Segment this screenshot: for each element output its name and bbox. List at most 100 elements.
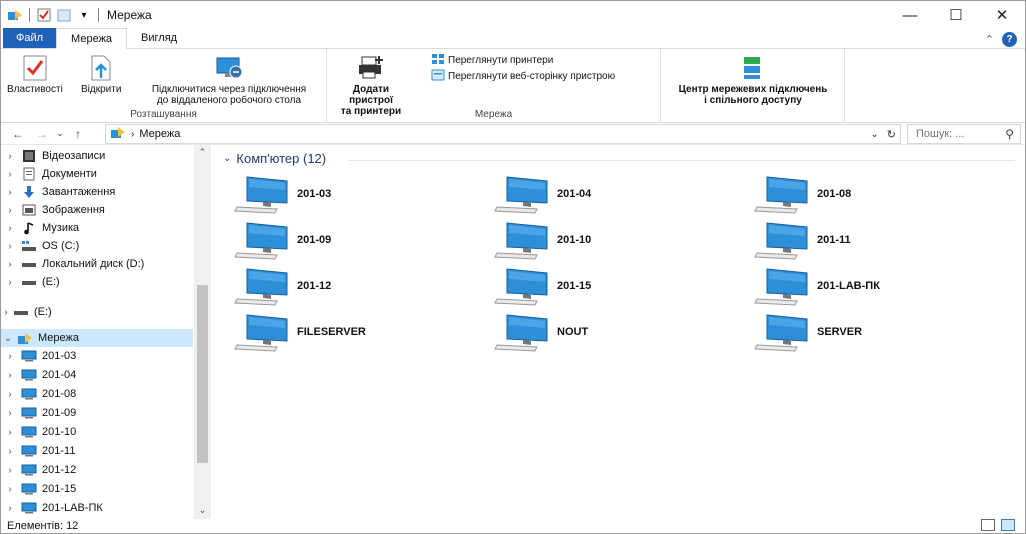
nav-item-pictures[interactable]: › Зображення <box>1 201 105 219</box>
expand-chevron-icon[interactable]: › <box>1 408 19 419</box>
network-folder-icon[interactable] <box>7 7 23 23</box>
expand-chevron-icon[interactable]: › <box>1 351 19 362</box>
open-button[interactable]: Відкрити <box>81 53 121 95</box>
nav-item-computer[interactable]: › 201-11 <box>1 442 75 460</box>
remote-desktop-button[interactable]: Підключитися через підключення до віддал… <box>135 53 323 106</box>
nav-item-computer[interactable]: › 201-LAB-ПК <box>1 499 102 517</box>
computer-icon <box>233 173 295 215</box>
computer-label: SERVER <box>817 326 863 338</box>
computer-group-header[interactable]: ⌄ Комп'ютер (12) <box>223 151 326 166</box>
computer-item[interactable]: 201-15 <box>493 265 733 307</box>
details-view-icon[interactable] <box>981 519 995 531</box>
computer-item[interactable]: NOUT <box>493 311 733 353</box>
search-icon[interactable]: ⚲ <box>1005 127 1014 141</box>
expand-chevron-icon[interactable]: › <box>1 446 19 457</box>
large-icons-view-icon[interactable] <box>1001 519 1015 531</box>
music-icon <box>19 221 39 235</box>
computer-item[interactable]: SERVER <box>753 311 993 353</box>
collapse-chevron-icon[interactable]: ⌄ <box>1 333 15 344</box>
address-dropdown-icon[interactable]: ⌄ <box>870 129 878 140</box>
nav-item-drive-c[interactable]: › OS (C:) <box>1 237 79 255</box>
search-box[interactable]: ⚲ <box>907 124 1021 144</box>
computer-item[interactable]: 201-04 <box>493 173 733 215</box>
expand-chevron-icon[interactable]: › <box>1 151 19 162</box>
nav-item-computer[interactable]: › 201-10 <box>1 423 76 441</box>
nav-item-computer[interactable]: › 201-12 <box>1 461 76 479</box>
tab-file[interactable]: Файл <box>3 28 57 48</box>
search-input[interactable] <box>916 128 996 140</box>
up-button[interactable]: ↑ <box>69 127 87 141</box>
maximize-button[interactable]: ☐ <box>933 1 979 29</box>
recent-locations-icon[interactable]: ⌄ <box>51 128 69 139</box>
address-path[interactable]: › Мережа ⌄ ↻ <box>105 124 901 144</box>
view-device-webpage-button[interactable]: Переглянути веб-сторінку пристрою <box>431 69 615 84</box>
add-devices-button[interactable]: Додати пристрої та принтери <box>333 53 409 117</box>
computer-item[interactable]: 201-11 <box>753 219 993 261</box>
web-page-icon <box>431 69 445 84</box>
computer-item[interactable]: FILESERVER <box>233 311 473 353</box>
expand-chevron-icon[interactable]: › <box>1 389 19 400</box>
computer-icon <box>753 311 815 353</box>
minimize-button[interactable]: — <box>887 1 933 29</box>
properties-button[interactable]: Властивості <box>7 53 63 95</box>
expand-chevron-icon[interactable]: › <box>1 370 19 381</box>
nav-item-drive-d[interactable]: › Локальний диск (D:) <box>1 255 144 273</box>
nav-item-drive-e[interactable]: › (E:) <box>1 273 59 291</box>
expand-chevron-icon[interactable]: › <box>1 187 19 198</box>
tab-view[interactable]: Вигляд <box>127 28 191 48</box>
scroll-up-icon[interactable]: ⌃ <box>194 147 211 161</box>
computer-icon <box>19 369 39 381</box>
expand-chevron-icon[interactable]: › <box>1 241 19 252</box>
computer-item[interactable]: 201-LAB-ПК <box>753 265 993 307</box>
scroll-down-icon[interactable]: ⌄ <box>194 505 211 519</box>
nav-item-music[interactable]: › Музика <box>1 219 79 237</box>
nav-item-videos[interactable]: › Відеозаписи <box>1 147 105 165</box>
view-printers-button[interactable]: Переглянути принтери <box>431 53 553 68</box>
network-sharing-center-button[interactable]: Центр мережевих підключень і спільного д… <box>665 53 841 106</box>
expand-chevron-icon[interactable]: › <box>1 277 19 288</box>
nav-item-documents[interactable]: › Документи <box>1 165 97 183</box>
back-button[interactable]: ← <box>9 127 27 141</box>
expand-chevron-icon[interactable]: › <box>1 259 19 270</box>
nav-item-computer[interactable]: › 201-04 <box>1 366 76 384</box>
qat-dropdown-icon[interactable]: ▾ <box>76 7 92 23</box>
nav-scrollbar-thumb[interactable] <box>197 285 208 463</box>
tab-network[interactable]: Мережа <box>56 28 128 49</box>
computer-item[interactable]: 201-03 <box>233 173 473 215</box>
expand-chevron-icon[interactable]: › <box>1 307 11 318</box>
collapse-ribbon-icon[interactable]: ⌃ <box>985 33 994 46</box>
nav-item-network[interactable]: ⌄ Мережа <box>1 329 193 347</box>
expand-chevron-icon[interactable]: › <box>1 484 19 495</box>
nav-item-downloads[interactable]: › Завантаження <box>1 183 115 201</box>
computer-item[interactable]: 201-10 <box>493 219 733 261</box>
expand-chevron-icon[interactable]: › <box>1 205 19 216</box>
computer-icon <box>233 265 295 307</box>
nav-item-computer[interactable]: › 201-08 <box>1 385 76 403</box>
computer-item[interactable]: 201-08 <box>753 173 993 215</box>
properties-qat-icon[interactable] <box>36 7 52 23</box>
items-count: Елементів: 12 <box>7 520 79 532</box>
expand-chevron-icon[interactable]: › <box>1 427 19 438</box>
forward-button[interactable]: → <box>33 127 51 141</box>
expand-chevron-icon[interactable]: › <box>1 223 19 234</box>
nav-item-drive-e-root[interactable]: › (E:) <box>1 303 51 321</box>
refresh-icon[interactable]: ↻ <box>887 128 896 141</box>
nav-item-computer[interactable]: › 201-15 <box>1 480 76 498</box>
breadcrumb-chevron-icon[interactable]: › <box>131 129 134 140</box>
close-button[interactable]: ✕ <box>979 1 1025 29</box>
computer-item[interactable]: 201-09 <box>233 219 473 261</box>
new-folder-qat-icon[interactable] <box>56 7 72 23</box>
nav-item-computer[interactable]: › 201-03 <box>1 347 76 365</box>
computer-icon <box>19 502 39 514</box>
pictures-icon <box>19 204 39 216</box>
breadcrumb-network[interactable]: Мережа <box>139 128 180 140</box>
nav-item-computer[interactable]: › 201-09 <box>1 404 76 422</box>
computer-label: 201-08 <box>817 188 852 200</box>
expand-chevron-icon[interactable]: › <box>1 169 19 180</box>
group-collapse-icon[interactable]: ⌄ <box>223 153 231 164</box>
expand-chevron-icon[interactable]: › <box>1 503 19 514</box>
help-icon[interactable]: ? <box>1002 32 1017 47</box>
expand-chevron-icon[interactable]: › <box>1 465 19 476</box>
computer-item[interactable]: 201-12 <box>233 265 473 307</box>
computer-icon <box>19 407 39 419</box>
